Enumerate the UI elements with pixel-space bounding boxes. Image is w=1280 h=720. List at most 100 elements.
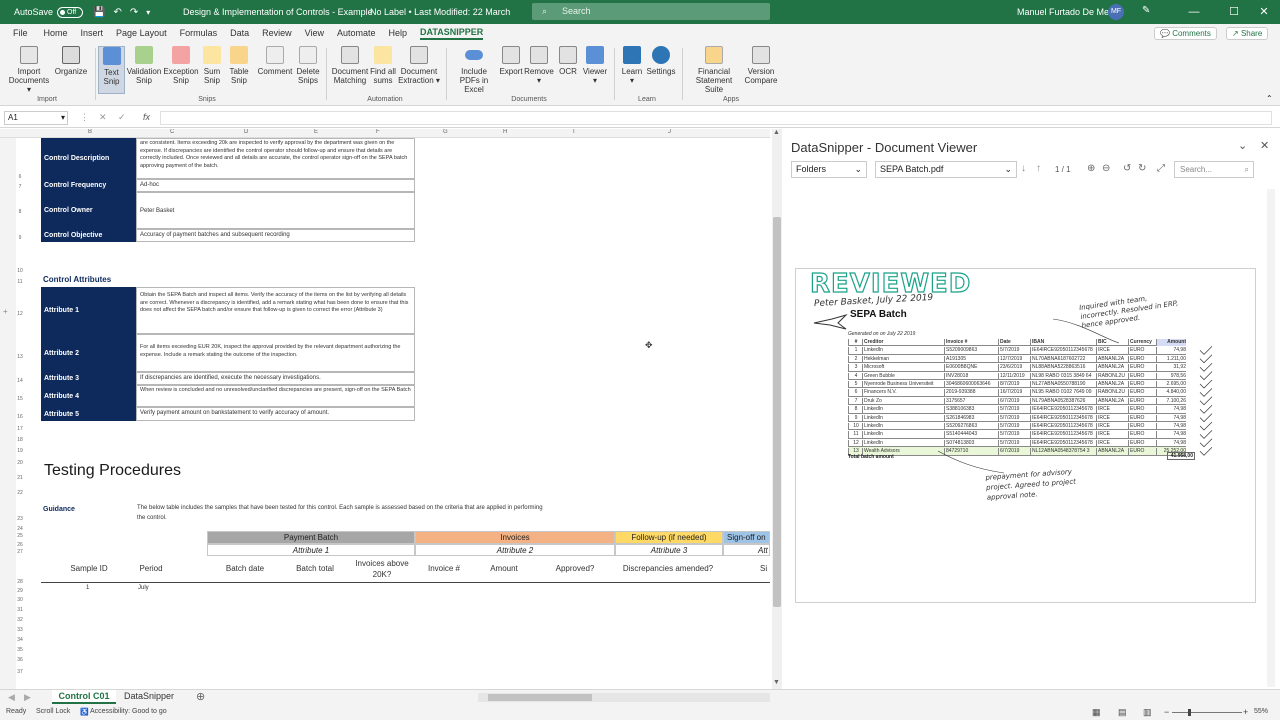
row-number[interactable]: 10 (0, 268, 40, 274)
user-name[interactable]: Manuel Furtado De Melo (1017, 7, 1116, 17)
attribute-5-label[interactable]: Attribute 5 (41, 407, 136, 421)
remove-button[interactable]: Remove ▾ (524, 46, 554, 85)
row-number[interactable]: 14 (0, 378, 40, 384)
worksheet[interactable]: B C D E F G H I J + 6 7 8 9 10 11 12 13 … (0, 129, 770, 689)
scroll-up-icon[interactable]: ▲ (773, 129, 780, 136)
col-period[interactable]: Period (126, 564, 176, 573)
control-description-label[interactable]: Control Description (41, 138, 136, 179)
row-number[interactable]: 31 (0, 607, 40, 613)
control-objective-value[interactable]: Accuracy of payment batches and subseque… (136, 229, 415, 242)
column-header[interactable]: F (376, 129, 380, 137)
organize-button[interactable]: Organize (54, 46, 88, 76)
scrollbar-thumb[interactable] (488, 694, 592, 701)
label-status[interactable]: No Label • Last Modified: 22 March (370, 7, 510, 17)
column-header[interactable]: G (443, 129, 448, 137)
document-title[interactable]: Design & Implementation of Controls - Ex… (183, 7, 373, 17)
zoom-out-icon[interactable]: − (1164, 707, 1169, 717)
group-payment-batch[interactable]: Payment Batch (207, 531, 415, 544)
export-button[interactable]: Export (498, 46, 524, 76)
column-header[interactable]: I (573, 129, 575, 137)
attr-3-header[interactable]: Attribute 3 (615, 544, 723, 556)
delete-snips-button[interactable]: Delete Snips (294, 46, 322, 85)
attribute-1-value[interactable]: Obtain the SEPA Batch and inspect all it… (136, 287, 415, 334)
row-number[interactable]: 7 (0, 184, 40, 190)
scrollbar-thumb[interactable] (773, 217, 781, 607)
menu-automate[interactable]: Automate (337, 28, 376, 38)
menu-datasnipper[interactable]: DATASNIPPER (420, 27, 484, 40)
redo-icon[interactable]: ↷ (130, 7, 138, 18)
attribute-4-label[interactable]: Attribute 4 (41, 385, 136, 407)
exception-snip-button[interactable]: Exception Snip (162, 46, 200, 85)
group-follow-up[interactable]: Follow-up (if needed) (615, 531, 723, 544)
control-description-value[interactable]: are consistent. Items exceeding 20k are … (136, 138, 415, 179)
column-header[interactable]: H (503, 129, 507, 137)
col-sign-off[interactable]: Si (760, 564, 770, 573)
save-icon[interactable]: 💾 (93, 7, 105, 18)
attribute-4-value[interactable]: When review is concluded and no unresolv… (136, 385, 415, 407)
row-number[interactable]: 16 (0, 414, 40, 420)
pdf-page[interactable]: REVIEWED Peter Basket, July 22 2019 SEPA… (795, 268, 1256, 603)
period-cell[interactable]: July (138, 585, 149, 591)
find-all-sums-button[interactable]: Find all sums (368, 46, 398, 85)
arrow-up-icon[interactable]: ↑ (1036, 163, 1041, 174)
text-snip-button[interactable]: Text Snip (98, 46, 125, 94)
group-invoices[interactable]: Invoices (415, 531, 615, 544)
rotate-right-icon[interactable]: ↻ (1138, 163, 1146, 174)
zoom-level[interactable]: 55% (1254, 708, 1268, 715)
col-invoices-above-20k[interactable]: Invoices above 20K? (346, 558, 418, 580)
close-icon[interactable]: ✕ (1260, 139, 1269, 152)
comments-button[interactable]: 💬 Comments (1154, 27, 1217, 40)
row-number[interactable]: 24 (0, 526, 40, 532)
next-sheet-icon[interactable]: ▶ (24, 692, 31, 703)
menu-help[interactable]: Help (389, 28, 408, 38)
attribute-5-value[interactable]: Verify payment amount on bankstatement t… (136, 407, 415, 421)
menu-review[interactable]: Review (262, 28, 292, 38)
zoom-in-icon[interactable]: + (1243, 707, 1248, 717)
zoom-slider[interactable] (1172, 712, 1242, 713)
fit-icon[interactable]: ⤢ (1157, 163, 1165, 174)
learn-button[interactable]: Learn ▾ (618, 46, 646, 85)
chevron-down-icon[interactable]: ⌄ (1238, 139, 1247, 152)
col-invoice-number[interactable]: Invoice # (414, 564, 474, 573)
control-frequency-label[interactable]: Control Frequency (41, 179, 136, 192)
collapse-ribbon-icon[interactable]: ⌃ (1266, 94, 1273, 103)
formula-input[interactable] (160, 111, 1272, 125)
row-number[interactable]: 29 (0, 588, 40, 594)
sample-id-cell[interactable]: 1 (86, 585, 89, 591)
financial-statement-suite-button[interactable]: Financial Statement Suite (686, 46, 742, 94)
sheet-tab-datasnipper[interactable]: DataSnipper (118, 690, 180, 704)
attribute-1-label[interactable]: Attribute 1 (41, 287, 136, 334)
horizontal-scrollbar[interactable] (478, 693, 770, 702)
table-snip-button[interactable]: Table Snip (226, 46, 252, 85)
row-number[interactable]: 26 (0, 542, 40, 548)
rotate-left-icon[interactable]: ↺ (1123, 163, 1131, 174)
import-documents-button[interactable]: Import Documents ▾ (6, 46, 52, 94)
col-amount[interactable]: Amount (476, 564, 532, 573)
folders-dropdown[interactable]: Folders ⌄ (791, 161, 867, 178)
control-owner-value[interactable]: Peter Basket (136, 192, 415, 229)
row-number[interactable]: 11 (0, 279, 40, 285)
page-break-view-icon[interactable]: ▥ (1143, 707, 1152, 718)
column-header[interactable]: E (314, 129, 318, 137)
control-frequency-value[interactable]: Ad-hoc (136, 179, 415, 192)
row-number[interactable]: 22 (0, 490, 40, 496)
row-number[interactable]: 32 (0, 617, 40, 623)
attribute-3-label[interactable]: Attribute 3 (41, 372, 136, 385)
zoom-out-icon[interactable]: ⊖ (1102, 163, 1110, 174)
share-button[interactable]: ↗ Share (1226, 27, 1269, 40)
viewer-button[interactable]: Viewer ▾ (582, 46, 608, 85)
row-number[interactable]: 19 (0, 448, 40, 454)
column-header[interactable]: C (170, 129, 174, 137)
avatar[interactable]: MF (1108, 4, 1124, 20)
row-number[interactable]: 15 (0, 396, 40, 402)
settings-button[interactable]: Settings (644, 46, 678, 76)
page-layout-view-icon[interactable]: ▤ (1118, 707, 1127, 718)
row-number[interactable]: 6 (0, 174, 40, 180)
minimize-icon[interactable]: — (1180, 0, 1208, 24)
file-dropdown[interactable]: SEPA Batch.pdf ⌄ (875, 161, 1017, 178)
row-number[interactable]: 28 (0, 579, 40, 585)
page-indicator[interactable]: 1 / 1 (1055, 165, 1071, 174)
col-sample-id[interactable]: Sample ID (60, 564, 118, 573)
close-icon[interactable]: ✕ (1250, 0, 1278, 24)
row-number[interactable]: 30 (0, 597, 40, 603)
